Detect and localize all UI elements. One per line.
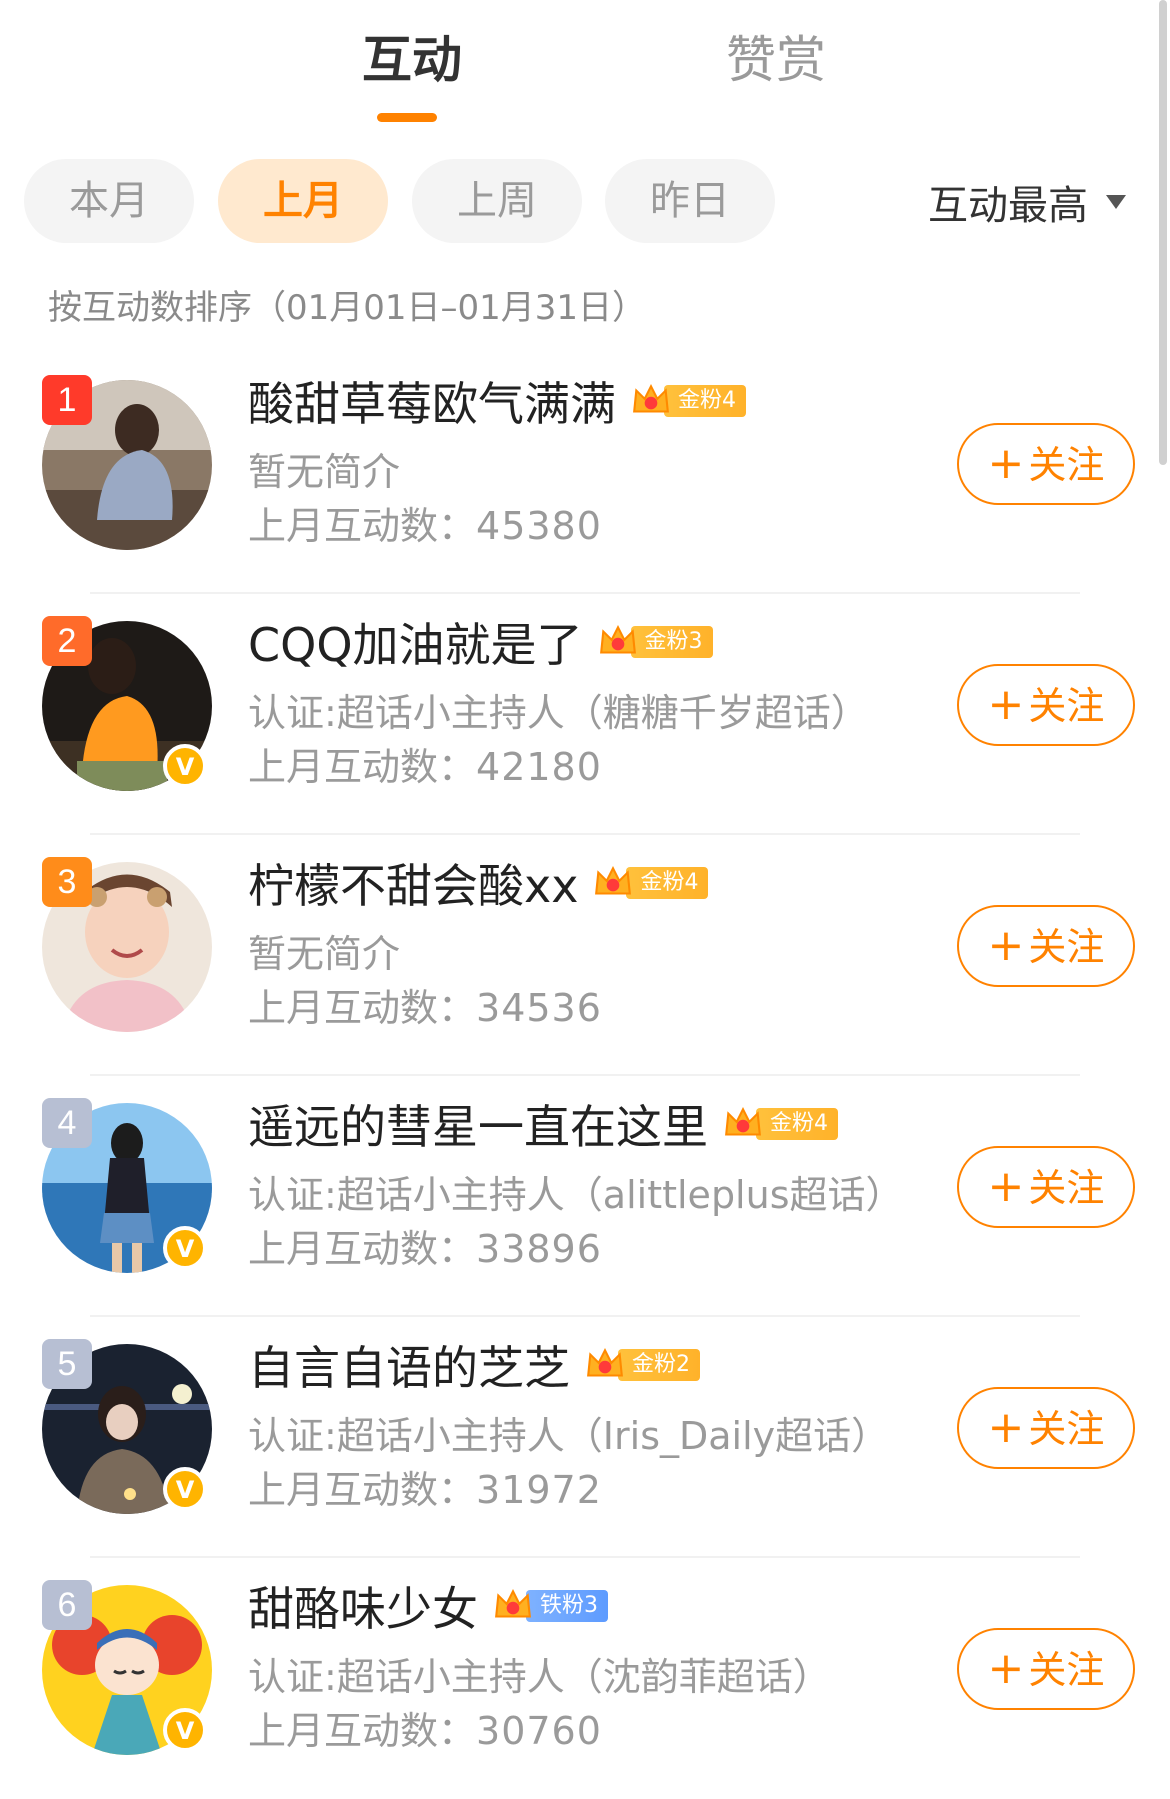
- follow-label: 关注: [1028, 1407, 1105, 1451]
- plus-icon: +: [987, 679, 1025, 730]
- count-label: 上月互动数：: [248, 1709, 477, 1753]
- list-item[interactable]: 2 V CQQ加油就是了 金粉3 认证:超话小主持人（糖糖千岁超话） 上月互动数…: [0, 594, 1170, 835]
- count-label: 上月互动数：: [248, 745, 477, 789]
- list-item[interactable]: 5 V 自言自语的芝芝 金粉2 认证:超话小主持人（Iris_Daily超话） …: [0, 1317, 1170, 1558]
- interaction-count: 上月互动数：45380: [248, 495, 602, 550]
- fan-level-badge: 金粉4: [630, 383, 746, 419]
- count-value: 31972: [476, 1468, 602, 1512]
- crown-icon: [725, 1106, 761, 1136]
- user-description: 暂无简介: [248, 932, 401, 976]
- follow-button[interactable]: + 关注: [957, 1387, 1135, 1469]
- rank-badge: 5: [42, 1339, 92, 1389]
- follow-label: 关注: [1028, 1166, 1105, 1210]
- verified-icon: V: [163, 1708, 207, 1752]
- top-tab-bar: 互动 赞赏: [0, 0, 1170, 130]
- plus-icon: +: [987, 920, 1025, 971]
- list-item[interactable]: 3 柠檬不甜会酸xx 金粉4 暂无简介 上月互动数：34536 + 关注: [0, 835, 1170, 1076]
- rank-badge: 2: [42, 616, 92, 666]
- verified-icon: V: [163, 1467, 207, 1511]
- count-label: 上月互动数：: [248, 1227, 477, 1271]
- list-item[interactable]: 6 V 甜酪味少女 铁粉3 认证:超话小主持人（沈韵菲超话） 上月互动数：307…: [0, 1558, 1170, 1799]
- crown-icon: [595, 865, 632, 895]
- rank-badge: 1: [42, 375, 92, 425]
- badge-label: 金粉2: [618, 1349, 700, 1381]
- user-name[interactable]: 柠檬不甜会酸xx: [248, 850, 578, 916]
- user-name[interactable]: 甜酪味少女: [248, 1573, 478, 1639]
- caret-down-icon: [1106, 195, 1126, 209]
- interaction-count: 上月互动数：33896: [248, 1218, 602, 1273]
- follow-button[interactable]: + 关注: [957, 1628, 1135, 1710]
- fan-level-badge: 金粉2: [584, 1347, 700, 1383]
- crown-icon: [495, 1588, 531, 1618]
- follow-button[interactable]: + 关注: [957, 664, 1135, 746]
- list-item[interactable]: 1 酸甜草莓欧气满满 金粉4 暂无简介 上月互动数：45380 + 关注: [0, 353, 1170, 594]
- follow-label: 关注: [1028, 1648, 1105, 1692]
- sort-label: 互动最高: [928, 183, 1088, 229]
- user-description: 暂无简介: [248, 450, 401, 494]
- rank-badge: 6: [42, 1580, 92, 1630]
- badge-label: 金粉4: [626, 867, 709, 899]
- user-name[interactable]: 自言自语的芝芝: [248, 1332, 570, 1398]
- list-item[interactable]: 4 V 遥远的彗星一直在这里 金粉4 认证:超话小主持人（alittleplus…: [0, 1076, 1170, 1317]
- tab-interaction[interactable]: 互动: [362, 30, 462, 90]
- plus-icon: +: [987, 1402, 1025, 1453]
- sort-description: 按互动数排序（01月01日–01月31日）: [48, 288, 647, 328]
- crown-icon: [599, 624, 636, 654]
- badge-label: 金粉4: [664, 385, 746, 417]
- follow-button[interactable]: + 关注: [957, 905, 1135, 987]
- follow-label: 关注: [1028, 684, 1105, 728]
- user-name[interactable]: CQQ加油就是了: [248, 609, 583, 675]
- verified-icon: V: [163, 744, 207, 788]
- active-tab-indicator: [377, 113, 437, 122]
- count-value: 30760: [476, 1709, 602, 1753]
- verified-icon: V: [163, 1226, 207, 1270]
- tab-reward[interactable]: 赞赏: [726, 30, 826, 90]
- plus-icon: +: [987, 1161, 1025, 1212]
- count-value: 34536: [476, 986, 602, 1030]
- count-value: 33896: [476, 1227, 602, 1271]
- crown-icon: [587, 1347, 623, 1377]
- fan-level-badge: 铁粉3: [492, 1588, 608, 1624]
- sort-dropdown[interactable]: 互动最高: [928, 170, 1126, 234]
- user-description: 认证:超话小主持人（糖糖千岁超话）: [248, 691, 869, 735]
- rank-badge: 3: [42, 857, 92, 907]
- count-label: 上月互动数：: [248, 986, 477, 1030]
- follow-button[interactable]: + 关注: [957, 423, 1135, 505]
- interaction-count: 上月互动数：31972: [248, 1459, 602, 1514]
- fan-level-badge: 金粉3: [597, 624, 713, 660]
- count-value: 42180: [476, 745, 602, 789]
- interaction-count: 上月互动数：34536: [248, 977, 602, 1032]
- badge-label: 金粉4: [756, 1108, 838, 1140]
- fan-level-badge: 金粉4: [592, 865, 709, 901]
- crown-icon: [633, 383, 669, 413]
- period-last-month[interactable]: 上月: [218, 159, 388, 243]
- badge-label: 铁粉3: [526, 1590, 608, 1622]
- rank-badge: 4: [42, 1098, 92, 1148]
- user-name[interactable]: 酸甜草莓欧气满满: [248, 368, 616, 434]
- interaction-count: 上月互动数：42180: [248, 736, 602, 791]
- plus-icon: +: [987, 438, 1025, 489]
- period-last-week[interactable]: 上周: [412, 159, 582, 243]
- user-description: 认证:超话小主持人（Iris_Daily超话）: [248, 1414, 890, 1458]
- user-name[interactable]: 遥远的彗星一直在这里: [248, 1091, 708, 1157]
- interaction-count: 上月互动数：30760: [248, 1700, 602, 1755]
- count-value: 45380: [476, 504, 602, 548]
- plus-icon: +: [987, 1643, 1025, 1694]
- period-this-month[interactable]: 本月: [24, 159, 194, 243]
- count-label: 上月互动数：: [248, 504, 477, 548]
- user-description: 认证:超话小主持人（沈韵菲超话）: [248, 1655, 831, 1699]
- follow-button[interactable]: + 关注: [957, 1146, 1135, 1228]
- user-description: 认证:超话小主持人（alittleplus超话）: [248, 1173, 904, 1217]
- follow-label: 关注: [1028, 925, 1105, 969]
- fan-level-badge: 金粉4: [722, 1106, 838, 1142]
- count-label: 上月互动数：: [248, 1468, 477, 1512]
- badge-label: 金粉3: [630, 626, 713, 658]
- follow-label: 关注: [1028, 443, 1105, 487]
- period-yesterday[interactable]: 昨日: [605, 159, 775, 243]
